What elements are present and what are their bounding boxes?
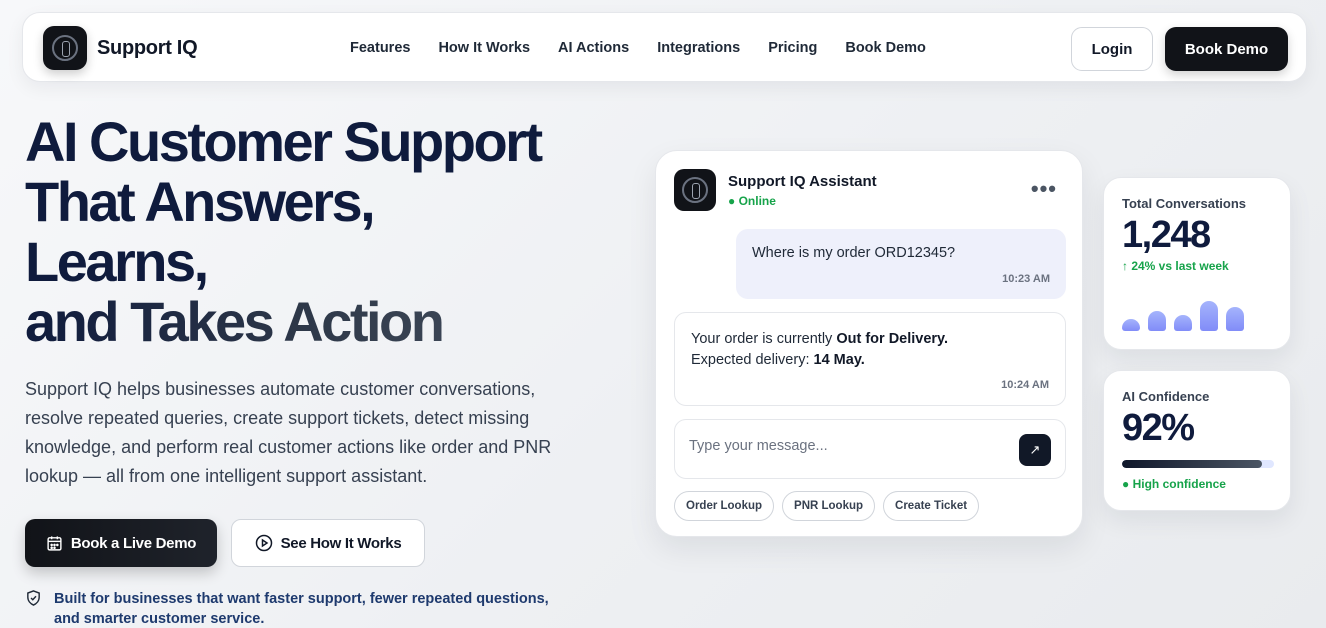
stat-value: 1,248 bbox=[1122, 214, 1211, 256]
stat-trend: ↑ 24% vs last week bbox=[1122, 259, 1229, 273]
chip-create-ticket[interactable]: Create Ticket bbox=[883, 491, 980, 521]
brand[interactable]: Support IQ bbox=[43, 26, 198, 70]
quick-actions: Order Lookup PNR Lookup Create Ticket bbox=[674, 491, 980, 521]
book-live-demo-label: Book a Live Demo bbox=[70, 534, 197, 552]
stat-value: 92% bbox=[1122, 407, 1195, 449]
see-how-it-works-label: See How It Works bbox=[280, 534, 402, 552]
play-circle-icon bbox=[255, 534, 272, 552]
bot-text: Your order is currently bbox=[691, 331, 837, 347]
nav-link-ai-actions[interactable]: AI Actions bbox=[558, 40, 629, 56]
hero-title-line: Learns, bbox=[25, 230, 209, 293]
trust-note: Built for businesses that want faster su… bbox=[25, 589, 564, 628]
hero-description: Support IQ helps businesses automate cus… bbox=[25, 379, 552, 486]
chat-widget: Support IQ Assistant ● Online ••• Where … bbox=[655, 150, 1083, 537]
logo-icon bbox=[43, 26, 87, 70]
stat-label: AI Confidence bbox=[1122, 389, 1210, 404]
trust-text: Built for businesses that want faster su… bbox=[54, 591, 549, 627]
mini-bar-chart bbox=[1122, 299, 1244, 331]
nav-link-how-it-works[interactable]: How It Works bbox=[438, 40, 530, 56]
mini-bar bbox=[1200, 301, 1218, 331]
bot-text-bold: 14 May. bbox=[813, 352, 865, 368]
nav-link-integrations[interactable]: Integrations bbox=[657, 40, 740, 56]
chat-title: Support IQ Assistant bbox=[728, 172, 877, 190]
brand-name: Support IQ bbox=[97, 36, 198, 59]
book-live-demo-button[interactable]: Book a Live Demo bbox=[25, 519, 217, 567]
more-dots-icon[interactable]: ••• bbox=[1031, 178, 1057, 200]
hero-title-line: and Takes Action bbox=[25, 292, 625, 352]
hero-title-line: That Answers, bbox=[25, 170, 376, 233]
chat-header: Support IQ Assistant ● Online bbox=[674, 169, 877, 211]
message-time: 10:23 AM bbox=[1002, 273, 1050, 285]
nav-link-features[interactable]: Features bbox=[350, 40, 410, 56]
nav-links: Features How It Works AI Actions Integra… bbox=[350, 40, 926, 56]
stat-total-conversations: Total Conversations 1,248 ↑ 24% vs last … bbox=[1103, 177, 1291, 350]
send-arrow-icon[interactable]: ↗ bbox=[1019, 434, 1051, 466]
hero-title-line: AI Customer Support bbox=[25, 110, 543, 173]
stat-ai-confidence: AI Confidence 92% ● High confidence bbox=[1103, 370, 1291, 511]
assistant-avatar bbox=[674, 169, 716, 211]
chip-order-lookup[interactable]: Order Lookup bbox=[674, 491, 775, 521]
top-nav: Support IQ Features How It Works AI Acti… bbox=[22, 12, 1307, 82]
nav-link-pricing[interactable]: Pricing bbox=[768, 40, 817, 56]
mini-bar bbox=[1148, 311, 1166, 331]
bot-message: Your order is currently Out for Delivery… bbox=[674, 312, 1066, 406]
nav-link-book-demo[interactable]: Book Demo bbox=[845, 40, 926, 56]
mini-bar bbox=[1226, 307, 1244, 331]
chip-pnr-lookup[interactable]: PNR Lookup bbox=[782, 491, 876, 521]
login-button[interactable]: Login bbox=[1071, 27, 1153, 71]
hero-title: AI Customer Support That Answers, Learns… bbox=[25, 112, 625, 352]
mini-bar bbox=[1174, 315, 1192, 331]
online-status: ● Online bbox=[728, 193, 776, 208]
calendar-icon bbox=[47, 535, 62, 551]
mini-bar bbox=[1122, 319, 1140, 331]
confidence-track bbox=[1122, 460, 1274, 468]
see-how-it-works-button[interactable]: See How It Works bbox=[231, 519, 425, 567]
book-demo-button[interactable]: Book Demo bbox=[1165, 27, 1288, 71]
user-message: Where is my order ORD12345? 10:23 AM bbox=[736, 229, 1066, 299]
confidence-status: ● High confidence bbox=[1122, 477, 1226, 491]
user-message-text: Where is my order ORD12345? bbox=[752, 245, 956, 261]
stat-label: Total Conversations bbox=[1122, 196, 1247, 211]
shield-icon bbox=[27, 590, 40, 606]
message-input-box: ↗ bbox=[674, 419, 1066, 479]
message-input[interactable] bbox=[689, 438, 999, 454]
message-time: 10:24 AM bbox=[1001, 379, 1049, 391]
bot-text: Expected delivery: bbox=[691, 352, 814, 368]
confidence-fill bbox=[1122, 460, 1262, 468]
bot-text-bold: Out for Delivery. bbox=[836, 331, 949, 347]
